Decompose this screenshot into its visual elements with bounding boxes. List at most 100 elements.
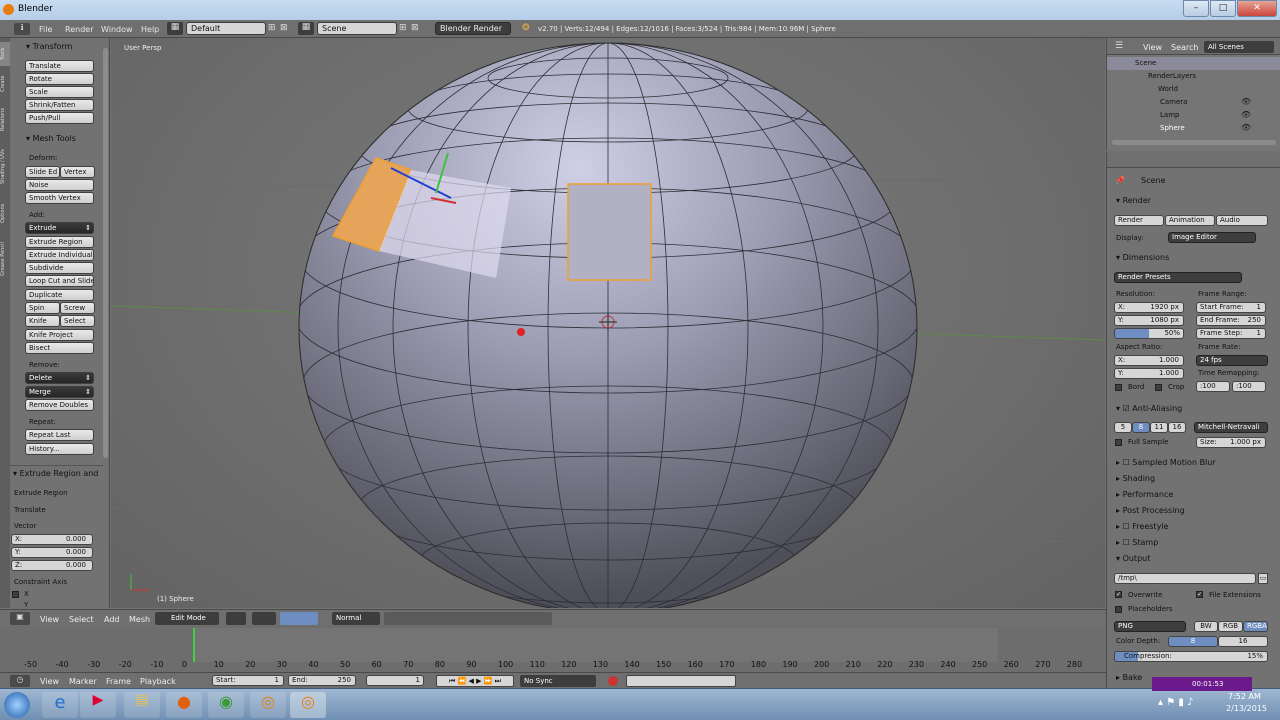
- scene-field[interactable]: Scene: [317, 22, 397, 35]
- timeline-view-menu[interactable]: View: [40, 677, 59, 686]
- playback-controls[interactable]: ⏮ ⏪ ◀ ▶ ⏩ ⏭: [436, 675, 514, 687]
- outliner-view-menu[interactable]: View: [1143, 43, 1162, 52]
- 3d-view-editor-icon[interactable]: ▣: [10, 612, 30, 625]
- screw-button[interactable]: Screw: [60, 302, 95, 314]
- transform-panel-header[interactable]: ▾ Transform: [26, 42, 72, 51]
- extrude-region-button[interactable]: Extrude Region: [25, 236, 94, 248]
- timeline-marker-menu[interactable]: Marker: [69, 677, 97, 686]
- remove-scene-icon[interactable]: ⊠: [411, 23, 419, 33]
- remap-old-field[interactable]: :100: [1196, 381, 1230, 392]
- rgb-button[interactable]: RGB: [1218, 621, 1243, 632]
- render-engine-select[interactable]: Blender Render: [435, 22, 511, 35]
- animation-button[interactable]: Animation: [1165, 215, 1215, 226]
- display-select[interactable]: Image Editor: [1168, 232, 1256, 243]
- aa-filter-select[interactable]: Mitchell-Netravali: [1194, 422, 1268, 433]
- eye-icon[interactable]: 👁: [1241, 97, 1251, 106]
- aa-8-button[interactable]: 8: [1132, 422, 1150, 433]
- outliner-search-menu[interactable]: Search: [1171, 43, 1198, 52]
- aa-16-button[interactable]: 16: [1168, 422, 1186, 433]
- overwrite-checkbox[interactable]: ✓: [1115, 591, 1122, 598]
- orientation-select[interactable]: Normal: [332, 612, 380, 625]
- mesh-tools-panel-header[interactable]: ▾ Mesh Tools: [26, 134, 76, 143]
- eye-icon[interactable]: 👁: [1241, 123, 1251, 132]
- border-checkbox[interactable]: [1115, 384, 1122, 391]
- end-field[interactable]: End: 250: [288, 675, 356, 686]
- depth-8-button[interactable]: 8: [1168, 636, 1218, 647]
- ie-icon[interactable]: e: [42, 692, 78, 718]
- menu-file[interactable]: File: [39, 25, 52, 34]
- outliner-item-camera[interactable]: Camera: [1160, 98, 1187, 106]
- shrink-fatten-button[interactable]: Shrink/Fatten: [25, 99, 94, 111]
- outliner-editor-icon[interactable]: ☰: [1115, 41, 1123, 51]
- tab-options[interactable]: Options: [0, 196, 10, 230]
- stamp-panel-header[interactable]: ▸ ☐ Stamp: [1116, 538, 1158, 547]
- spin-button[interactable]: Spin: [25, 302, 60, 314]
- select-mode-toolbar[interactable]: [384, 612, 552, 625]
- res-x-field[interactable]: X: 1920 px: [1114, 302, 1184, 313]
- knife-project-button[interactable]: Knife Project: [25, 329, 94, 341]
- output-panel-header[interactable]: ▾ Output: [1116, 554, 1150, 563]
- outliner-item-renderlayers[interactable]: RenderLayers: [1148, 72, 1196, 80]
- tab-grease-pencil[interactable]: Grease Pencil: [0, 234, 10, 284]
- outliner-item-scene[interactable]: Scene: [1135, 59, 1156, 67]
- anti-aliasing-panel-header[interactable]: ▾ ☑ Anti-Aliasing: [1116, 404, 1182, 413]
- output-path-field[interactable]: /tmp\: [1114, 573, 1256, 584]
- current-frame-field[interactable]: 1: [366, 675, 424, 686]
- translate-button[interactable]: Translate: [25, 60, 94, 72]
- render-button[interactable]: Render: [1114, 215, 1164, 226]
- dimensions-panel-header[interactable]: ▾ Dimensions: [1116, 253, 1169, 262]
- vector-y-field[interactable]: Y: 0.000: [11, 547, 93, 558]
- placeholders-checkbox[interactable]: [1115, 606, 1122, 613]
- 3d-add-menu[interactable]: Add: [104, 615, 120, 624]
- depth-16-button[interactable]: 16: [1218, 636, 1268, 647]
- pin-icon[interactable]: 📌: [1115, 176, 1125, 185]
- recorder-overlay[interactable]: 00:01:53: [1152, 677, 1252, 691]
- media-player-icon[interactable]: ▶: [80, 692, 116, 718]
- vector-x-field[interactable]: X: 0.000: [11, 534, 93, 545]
- outliner-item-world[interactable]: World: [1158, 85, 1178, 93]
- timeline-frame-menu[interactable]: Frame: [106, 677, 131, 686]
- operator-panel-header[interactable]: ▾ Extrude Region and: [13, 469, 98, 478]
- editor-type-icon[interactable]: ℹ: [14, 23, 30, 35]
- frame-step-field[interactable]: Frame Step: 1: [1196, 328, 1266, 339]
- post-processing-panel-header[interactable]: ▸ Post Processing: [1116, 506, 1185, 515]
- scale-button[interactable]: Scale: [25, 86, 94, 98]
- remove-layout-icon[interactable]: ⊠: [280, 23, 288, 33]
- history-button[interactable]: History...: [25, 443, 94, 455]
- start-frame-field[interactable]: Start Frame: 1: [1196, 302, 1266, 313]
- layout-field[interactable]: Default: [186, 22, 266, 35]
- explorer-icon[interactable]: ▤: [124, 692, 160, 718]
- aspect-y-field[interactable]: Y: 1.000: [1114, 368, 1184, 379]
- timeline-editor-icon[interactable]: ◷: [10, 675, 30, 687]
- chrome-icon[interactable]: ◉: [208, 692, 244, 718]
- rotate-button[interactable]: Rotate: [25, 73, 94, 85]
- keying-set-field[interactable]: [626, 675, 736, 687]
- merge-select[interactable]: Merge ⇕: [25, 386, 94, 398]
- menu-render[interactable]: Render: [65, 25, 93, 34]
- compression-slider[interactable]: Compression: 15%: [1114, 651, 1268, 662]
- pivot-select[interactable]: [252, 612, 276, 625]
- extrude-select[interactable]: Extrude ⇕: [25, 222, 94, 234]
- fps-select[interactable]: 24 fps: [1196, 355, 1268, 366]
- render-presets-select[interactable]: Render Presets: [1114, 272, 1242, 283]
- audio-button[interactable]: Audio: [1216, 215, 1268, 226]
- noise-button[interactable]: Noise: [25, 179, 94, 191]
- minimize-button[interactable]: –: [1183, 0, 1209, 17]
- render-panel-header[interactable]: ▾ Render: [1116, 196, 1151, 205]
- shelf-scrollbar[interactable]: [103, 48, 108, 458]
- crop-checkbox[interactable]: [1155, 384, 1162, 391]
- aa-5-button[interactable]: 5: [1114, 422, 1132, 433]
- start-button[interactable]: [4, 692, 30, 718]
- push-pull-button[interactable]: Push/Pull: [25, 112, 94, 124]
- slide-edge-button[interactable]: Slide Ed: [25, 166, 60, 178]
- outliner-row-scene[interactable]: [1107, 57, 1280, 70]
- properties-context-tabs[interactable]: [1107, 152, 1280, 168]
- slide-vertex-button[interactable]: Vertex: [60, 166, 95, 178]
- aspect-x-field[interactable]: X: 1.000: [1114, 355, 1184, 366]
- delete-select[interactable]: Delete ⇕: [25, 372, 94, 384]
- 3d-viewport[interactable]: User Persp (1) Sphere: [111, 38, 1105, 608]
- firefox-icon[interactable]: ●: [166, 692, 202, 718]
- tab-relations[interactable]: Relations: [0, 102, 10, 138]
- outliner-item-sphere[interactable]: Sphere: [1160, 124, 1185, 132]
- manipulator-toggles[interactable]: [280, 612, 318, 625]
